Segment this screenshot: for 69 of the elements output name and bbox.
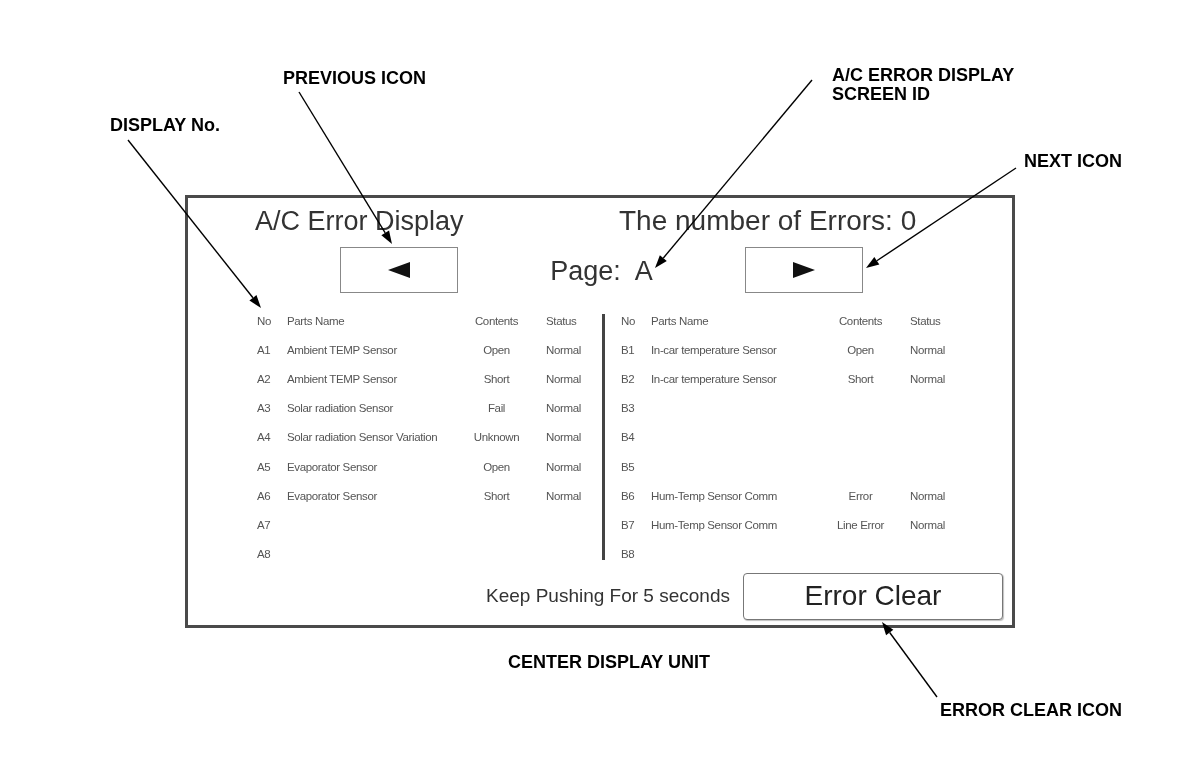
column-header: No (257, 314, 271, 327)
table-cell: Normal (546, 460, 581, 473)
callout-label: PREVIOUS ICON (283, 69, 427, 88)
table-cell: Normal (546, 402, 581, 415)
screen-id: A (634, 255, 653, 288)
table-cell: Normal (910, 489, 945, 502)
table-cell: Open (483, 343, 510, 356)
table-cell: Error (848, 489, 873, 502)
column-header: Status (546, 314, 577, 327)
table-cell: Open (483, 460, 510, 473)
column-header: Contents (838, 314, 883, 327)
table-cell: Unknown (473, 431, 520, 444)
column-header: Contents (474, 314, 519, 327)
table-cell: In-car temperature Sensor (651, 343, 777, 356)
table-cell: Short (483, 372, 510, 385)
callout-label: NEXT ICON (1024, 152, 1122, 171)
previous-button[interactable] (340, 247, 458, 293)
table-cell: In-car temperature Sensor (651, 372, 777, 385)
table-cell: A3 (257, 402, 271, 415)
column-header: Status (910, 314, 941, 327)
table-cell: Hum-Temp Sensor Comm (651, 489, 777, 502)
table-cell: Solar radiation Sensor (287, 402, 394, 415)
table-cell: B6 (621, 489, 635, 502)
table-cell: A5 (257, 460, 271, 473)
table-cell: Short (483, 489, 510, 502)
table-cell: Normal (910, 518, 945, 531)
next-button[interactable] (745, 247, 863, 293)
table-cell: Open (847, 343, 874, 356)
table-cell: Ambient TEMP Sensor (287, 343, 397, 356)
table-cell: B4 (621, 431, 635, 444)
table-cell: Fail (487, 402, 506, 415)
table-cell: Evaporator Sensor (287, 460, 377, 473)
callout-label: ERROR CLEAR ICON (940, 701, 1122, 720)
table-cell: A1 (257, 343, 271, 356)
column-header: No (621, 314, 635, 327)
callout-label: CENTER DISPLAY UNIT (508, 653, 711, 672)
table-cell: Ambient TEMP Sensor (287, 372, 397, 385)
table-cell: Normal (910, 343, 945, 356)
table-cell: A4 (257, 431, 271, 444)
table-cell: B1 (621, 343, 635, 356)
page-label: Page: (550, 255, 621, 288)
callout-label: A/C ERROR DISPLAY SCREEN ID (832, 66, 1015, 104)
table-cell: B8 (621, 548, 635, 561)
callout-label: DISPLAY No. (110, 116, 221, 135)
table-cell: B7 (621, 518, 635, 531)
screen-title: A/C Error Display (255, 205, 465, 237)
table-cell: Normal (546, 489, 581, 502)
table-cell: B3 (621, 402, 635, 415)
hint-text: Keep Pushing For 5 seconds (486, 585, 730, 608)
table-cell: Hum-Temp Sensor Comm (651, 518, 777, 531)
table-cell: B5 (621, 460, 635, 473)
table-cell: A2 (257, 372, 271, 385)
table-cell: A7 (257, 518, 271, 531)
table-cell: B2 (621, 372, 635, 385)
table-cell: Solar radiation Sensor Variation (287, 431, 438, 444)
table-cell: Normal (910, 372, 945, 385)
table-cell: Evaporator Sensor (287, 489, 377, 502)
right-triangle-icon (793, 262, 815, 278)
table-cell: Normal (546, 372, 581, 385)
table-cell: A6 (257, 489, 271, 502)
table-cell: Normal (546, 431, 581, 444)
column-header: Parts Name (287, 314, 345, 327)
table-cell: Line Error (837, 518, 884, 531)
column-header: Parts Name (651, 314, 709, 327)
left-triangle-icon (388, 262, 410, 278)
table-cell: Normal (546, 343, 581, 356)
table-cell: A8 (257, 548, 271, 561)
error-clear-button[interactable]: Error Clear (743, 572, 1003, 620)
table-cell: Short (847, 372, 874, 385)
